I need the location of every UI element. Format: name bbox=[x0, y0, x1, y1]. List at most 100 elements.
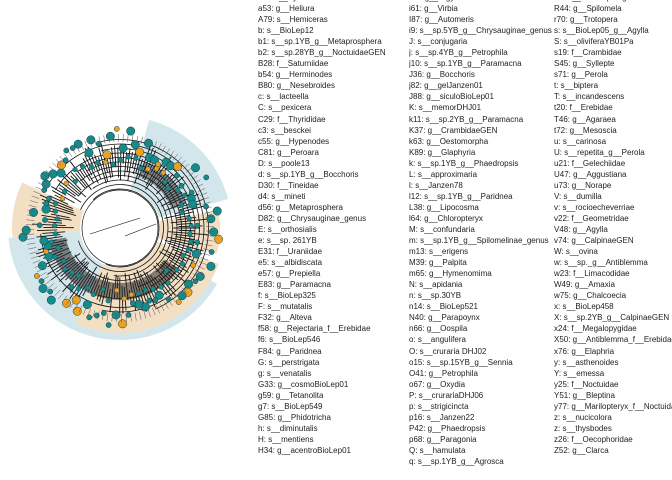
legend-entry: E31: f__Uraniidae bbox=[258, 247, 323, 257]
legend-entry: d56: g__Metaprosphera bbox=[258, 202, 343, 212]
tree-branch bbox=[59, 184, 76, 197]
node-point bbox=[179, 209, 185, 215]
legend-entry: v: s__rocioecheverriae bbox=[554, 202, 635, 212]
node-point bbox=[76, 273, 82, 279]
legend-entry: D82: g__Chrysauginae_genus bbox=[258, 213, 367, 223]
legend-entry: y25: f__Noctuidae bbox=[554, 379, 619, 389]
legend-entry: y: s__asthenoides bbox=[554, 357, 619, 367]
legend-entry: l12: s__sp.1YB_g__Paridnea bbox=[409, 191, 513, 201]
node-point bbox=[136, 290, 142, 296]
legend-entry: n66: g__Oospila bbox=[409, 324, 468, 334]
legend-entry: W: s__ovina bbox=[554, 247, 598, 257]
legend-entry: I87: g__Automeris bbox=[409, 15, 474, 25]
legend-entry: k63: g__Oestomorpha bbox=[409, 136, 489, 146]
tip-point bbox=[144, 138, 153, 148]
legend-entry: e5: s__albidiscata bbox=[258, 258, 323, 268]
tip-point bbox=[105, 322, 112, 328]
legend-entry: h: s__diminutalis bbox=[258, 423, 318, 433]
tip-point bbox=[206, 261, 216, 271]
tip-point bbox=[40, 171, 50, 181]
tip-point bbox=[188, 199, 198, 209]
legend-entry: L: s__approximaria bbox=[409, 169, 478, 179]
tip-label-stub bbox=[140, 136, 143, 145]
node-point bbox=[72, 178, 78, 185]
node-point bbox=[52, 200, 59, 206]
legend-entry: z: s__nucicolora bbox=[554, 412, 612, 422]
legend-entry: C81: g__Peroara bbox=[258, 147, 319, 157]
legend-entry: S45: g__Syllepte bbox=[554, 59, 615, 69]
tip-point bbox=[102, 150, 112, 160]
legend-entry: T: s__incandescens bbox=[554, 92, 625, 102]
legend-entry: F84: g__Paridnea bbox=[258, 346, 322, 356]
tree-branch bbox=[117, 147, 120, 178]
legend-entry: z26: f__Oecophoridae bbox=[554, 434, 633, 444]
node-point bbox=[150, 286, 156, 292]
legend-entry: m65: g__Hymenomima bbox=[409, 269, 492, 279]
node-point bbox=[89, 164, 95, 170]
legend-entry: b: s__BioLep12 bbox=[258, 26, 314, 36]
legend-entry: m: s__sp.1YB_g__Spilomelinae_genus bbox=[409, 236, 549, 246]
legend-entry: L38: g__Lipocosma bbox=[409, 202, 479, 212]
legend-entry: n14: s__BioLep521 bbox=[409, 302, 478, 312]
legend-entry: R44: g__Spilomela bbox=[554, 4, 622, 14]
legend-entry: D: s__poole13 bbox=[258, 158, 310, 168]
legend-entry: M: s__confundaria bbox=[409, 224, 475, 234]
node-point bbox=[188, 223, 194, 229]
legend-entry: g7: s__BioLep549 bbox=[258, 401, 323, 411]
tip-point bbox=[190, 262, 197, 269]
legend-entry: T46: g__Agaraea bbox=[554, 114, 616, 124]
tip-point bbox=[165, 296, 172, 303]
node-point bbox=[174, 267, 180, 273]
legend-entry: f: s__BioLep325 bbox=[258, 291, 316, 301]
node-point bbox=[100, 286, 106, 292]
tip-point bbox=[174, 172, 180, 179]
legend-entry: F32: g__Alteva bbox=[258, 313, 312, 323]
legend-entry: B28: f__Saturniidae bbox=[258, 59, 329, 69]
legend-entry: N40: g__Parapoynx bbox=[409, 313, 480, 323]
tip-label-stub bbox=[67, 149, 73, 157]
legend-entry: s71: g__Perola bbox=[554, 70, 608, 80]
legend-entry: o67: g__Oxydia bbox=[409, 379, 466, 389]
tip-point bbox=[36, 222, 43, 229]
node-point bbox=[63, 180, 69, 186]
legend-entry: P: s__crurariaDHJ06 bbox=[409, 390, 484, 400]
legend-entry: Y: s__emessa bbox=[554, 368, 605, 378]
legend-entry: U: s__repetita_g__Perola bbox=[554, 147, 645, 157]
legend-entry: o: s__angulifera bbox=[409, 335, 466, 345]
legend-entry: g: s__venatalis bbox=[258, 368, 312, 378]
legend-entry: X50: g__Antiblemma_f__Erebidae bbox=[554, 335, 672, 345]
legend-entry: x: s__BioLep458 bbox=[554, 302, 614, 312]
legend-entry: A79: s__Hemiceras bbox=[258, 15, 328, 25]
legend-entry: u73: g__Norape bbox=[554, 180, 612, 190]
node-point bbox=[162, 179, 168, 185]
legend-entry: p16: s__Janzen22 bbox=[409, 412, 475, 422]
legend-entry: p: s__strigicincta bbox=[409, 401, 469, 411]
tip-point bbox=[191, 249, 201, 259]
legend-entry: J36: g__Bocchoris bbox=[409, 70, 475, 80]
legend-entry: e: s__sp. 261YB bbox=[258, 236, 317, 246]
tip-point bbox=[214, 234, 223, 244]
legend-entry: v74: g__CalpinaeGEN bbox=[554, 236, 634, 246]
node-point bbox=[114, 287, 120, 293]
tip-point bbox=[113, 126, 120, 132]
tip-point bbox=[39, 236, 49, 246]
tip-point bbox=[203, 174, 210, 181]
legend-entry: H34: g__acentroBioLep01 bbox=[258, 445, 351, 455]
legend-entry: C29: f__Thyrididae bbox=[258, 114, 326, 124]
legend-entry: F: s__mutatalis bbox=[258, 302, 313, 312]
legend-entry: V: s__dumilla bbox=[554, 191, 602, 201]
root-circle bbox=[81, 189, 159, 267]
legend-entry: w: s__sp._g__Antiblemma bbox=[554, 258, 648, 268]
tip-point bbox=[212, 206, 222, 216]
legend-entry: y77: g__Marilopteryx_f__Noctuidae bbox=[554, 401, 672, 411]
circular-phylogenetic-tree bbox=[8, 119, 229, 340]
legend-entry: Y51: g__Bleptina bbox=[554, 390, 615, 400]
node-point bbox=[133, 155, 139, 161]
legend-entry: S: s__oliviferaYB01Pa bbox=[554, 37, 634, 47]
legend-entry: c55: g__Hypenodes bbox=[258, 136, 330, 146]
legend-entry: G: s__perstrigata bbox=[258, 357, 320, 367]
legend-entry: o15: s__sp.15YB_g__Sennia bbox=[409, 357, 513, 367]
legend-entry: b54: g__Herminodes bbox=[258, 70, 333, 80]
node-point bbox=[52, 254, 58, 260]
node-point bbox=[185, 246, 191, 252]
